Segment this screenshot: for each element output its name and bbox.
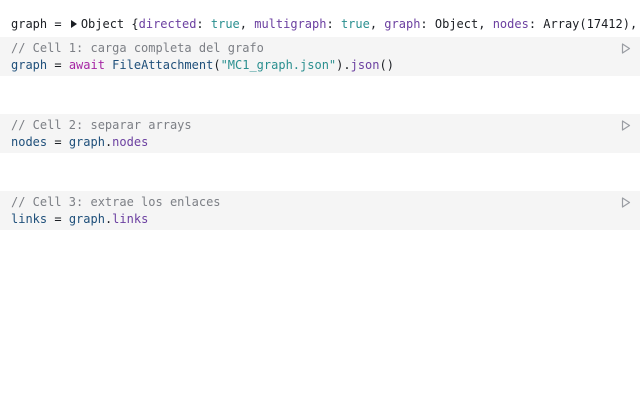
cell-code[interactable]: graph = await FileAttachment("MC1_graph.… xyxy=(11,57,394,73)
code-object: graph xyxy=(68,212,105,226)
code-cell-1[interactable]: // Cell 1: carga completa del grafo grap… xyxy=(0,37,640,76)
output-value-directed: true xyxy=(210,17,240,31)
cell-output-inspector[interactable]: graph = Object {directed: true, multigra… xyxy=(11,16,636,32)
output-key-directed: directed xyxy=(138,17,197,31)
code-variable: nodes xyxy=(11,135,48,149)
code-object: graph xyxy=(68,135,105,149)
code-variable: graph xyxy=(11,58,48,72)
code-cell-2[interactable]: // Cell 2: separar arrays nodes = graph.… xyxy=(0,114,640,153)
output-variable-name: graph xyxy=(11,17,48,31)
output-key-nodes: nodes xyxy=(492,17,529,31)
cell-comment: // Cell 2: separar arrays xyxy=(11,118,192,132)
code-method: json xyxy=(350,58,380,72)
output-value-multigraph: true xyxy=(340,17,370,31)
code-cell-3[interactable]: // Cell 3: extrae los enlaces links = gr… xyxy=(0,191,640,230)
run-cell-icon[interactable] xyxy=(621,120,631,131)
cell-comment: // Cell 3: extrae los enlaces xyxy=(11,195,221,209)
run-cell-icon[interactable] xyxy=(621,197,631,208)
caret-right-icon[interactable] xyxy=(70,20,77,28)
code-keyword: await xyxy=(68,58,105,72)
run-cell-icon[interactable] xyxy=(621,43,631,54)
output-value-nodes: Array(17412) xyxy=(543,17,630,31)
output-type: Object xyxy=(80,17,125,31)
code-function: FileAttachment xyxy=(112,58,214,72)
code-string: "MC1_graph.json" xyxy=(220,58,337,72)
output-key-graph: graph xyxy=(384,17,421,31)
cell-comment: // Cell 1: carga completa del grafo xyxy=(11,41,264,55)
output-value-graph: Object xyxy=(434,17,479,31)
code-property: nodes xyxy=(112,135,149,149)
output-key-multigraph: multigraph xyxy=(254,17,327,31)
code-property: links xyxy=(112,212,149,226)
code-variable: links xyxy=(11,212,48,226)
cell-code[interactable]: nodes = graph.nodes xyxy=(11,134,148,150)
cell-code[interactable]: links = graph.links xyxy=(11,211,148,227)
